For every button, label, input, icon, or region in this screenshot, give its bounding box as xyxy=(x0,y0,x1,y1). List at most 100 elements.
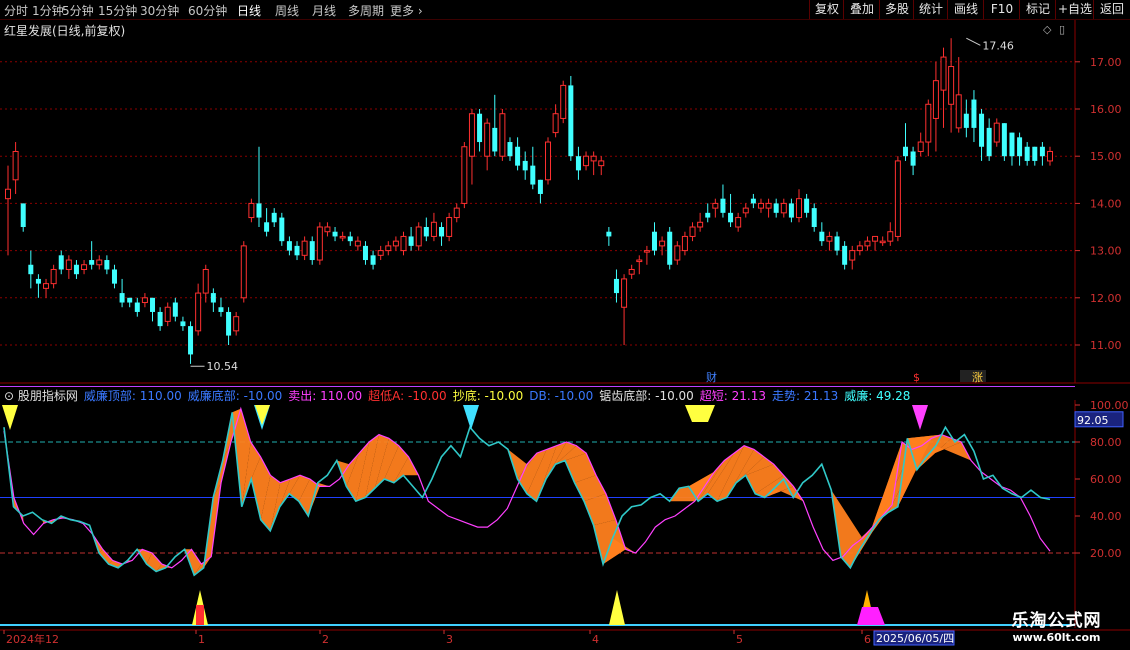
candle-body-up xyxy=(392,240,399,247)
ind-tick-label: 40.00 xyxy=(1090,510,1122,523)
watermark: 乐淘公式网 www.60lt.com xyxy=(989,606,1124,644)
candle-body-down xyxy=(210,293,216,303)
candle-body-down xyxy=(111,269,117,284)
candle-body-up xyxy=(560,84,567,119)
x-tick-label: 4 xyxy=(592,633,599,646)
candle-body-up xyxy=(453,207,460,219)
candle-body-up xyxy=(377,250,384,256)
candle-body-down xyxy=(150,297,156,312)
x-tick-label: 2024年12 xyxy=(6,632,59,646)
legend-item-1: 威廉底部: -10.00 xyxy=(187,389,283,403)
candle-body-down xyxy=(575,156,581,171)
candle-body-up xyxy=(164,306,171,322)
candle-body-down xyxy=(134,302,140,312)
x-tick-label: 3 xyxy=(446,633,453,646)
candle-body-up xyxy=(856,245,863,252)
top-signal-wide xyxy=(685,405,715,422)
candle-body-up xyxy=(233,316,240,332)
candle-body-down xyxy=(804,198,810,213)
candle-body-up xyxy=(240,245,247,299)
candle-body-down xyxy=(1024,146,1030,161)
candle-body-up xyxy=(712,202,719,209)
trend-fill xyxy=(203,482,222,568)
candle-body-down xyxy=(226,311,232,336)
candle-body-up xyxy=(826,235,833,242)
panel-icon-0: ◇ xyxy=(1043,23,1052,36)
candle-body-down xyxy=(256,203,262,218)
x-tick-label: 1 xyxy=(198,633,205,646)
candle-body-up xyxy=(849,250,856,261)
candle-body-down xyxy=(819,231,825,242)
candle-body-down xyxy=(568,85,574,157)
bottom-signal-1 xyxy=(609,590,625,625)
candle-body-down xyxy=(218,307,224,312)
candle-body-down xyxy=(279,217,285,242)
candle-body-up xyxy=(659,240,666,247)
candle-body-up xyxy=(12,150,19,181)
candle-body-up xyxy=(590,155,597,162)
candle-body-up xyxy=(65,259,72,270)
legend-item-7: 超短: 21.13 xyxy=(699,389,767,403)
candle-body-up xyxy=(628,268,635,275)
legend-item-4: 抄底: -10.00 xyxy=(452,389,524,403)
high-pointer xyxy=(966,37,981,46)
candle-body-down xyxy=(408,236,414,246)
candle-body-up xyxy=(636,259,643,263)
candle-body-down xyxy=(1009,132,1015,157)
candle-body-down xyxy=(811,208,817,227)
candle-body-up xyxy=(339,235,346,239)
candle-body-up xyxy=(925,103,932,143)
candle-body-up xyxy=(948,66,955,105)
candle-body-up xyxy=(735,217,742,228)
candle-body-down xyxy=(271,212,277,223)
candle-body-up xyxy=(415,226,422,247)
candle-body-down xyxy=(537,179,543,194)
top-signal-0 xyxy=(2,405,18,430)
candle-body-up xyxy=(499,113,506,157)
candle-body-down xyxy=(651,231,657,251)
ind-tick-label: 100.00 xyxy=(1090,399,1129,412)
candle-body-down xyxy=(728,212,734,223)
candle-body-down xyxy=(515,146,521,166)
candle-body-up xyxy=(757,202,764,209)
candle-body-up xyxy=(864,240,871,247)
candle-body-down xyxy=(613,278,619,294)
marker-limitup: 涨 xyxy=(972,371,983,384)
candle-body-up xyxy=(248,202,255,219)
candle-body-down xyxy=(667,231,673,265)
price-tick-label: 14.00 xyxy=(1090,197,1122,210)
legend-item-8: 走势: 21.13 xyxy=(772,389,839,403)
trend-fill xyxy=(232,408,251,507)
bottom-signal-red xyxy=(196,605,204,625)
candle-body-down xyxy=(720,198,726,213)
candle-body-up xyxy=(385,245,392,252)
candle-body-down xyxy=(423,227,429,237)
candle-body-down xyxy=(1017,137,1023,157)
candle-body-down xyxy=(1001,123,1007,157)
candle-body-down xyxy=(73,264,79,275)
candle-body-up xyxy=(742,207,749,214)
price-tick-label: 12.00 xyxy=(1090,292,1122,305)
candle-body-down xyxy=(788,203,794,218)
candle-body-up xyxy=(993,122,1000,143)
candle-body-down xyxy=(834,236,840,251)
x-tick-label: 6 xyxy=(864,633,871,646)
high-price-label: 17.46 xyxy=(982,39,1014,52)
candle-body-down xyxy=(606,231,612,237)
candle-body-up xyxy=(5,188,11,200)
x-tick-label: 2 xyxy=(322,633,329,646)
candle-body-down xyxy=(347,236,353,242)
legend-item-6: 锯齿底部: -10.00 xyxy=(599,389,694,403)
candle-body-up xyxy=(940,56,947,91)
marker-dollar: $ xyxy=(913,371,920,384)
stock-title: 红星发展(日线,前复权) xyxy=(4,24,126,38)
candle-body-up xyxy=(468,113,475,157)
candle-body-up xyxy=(354,240,361,247)
price-tick-label: 11.00 xyxy=(1090,339,1122,352)
candle-body-up xyxy=(598,160,605,167)
candle-body-down xyxy=(971,99,977,128)
legend-item-0: 威廉顶部: 110.00 xyxy=(83,389,182,403)
candle-body-down xyxy=(439,227,445,237)
candle-body-down xyxy=(1039,146,1045,157)
legend-item-2: 卖出: 110.00 xyxy=(288,389,363,403)
